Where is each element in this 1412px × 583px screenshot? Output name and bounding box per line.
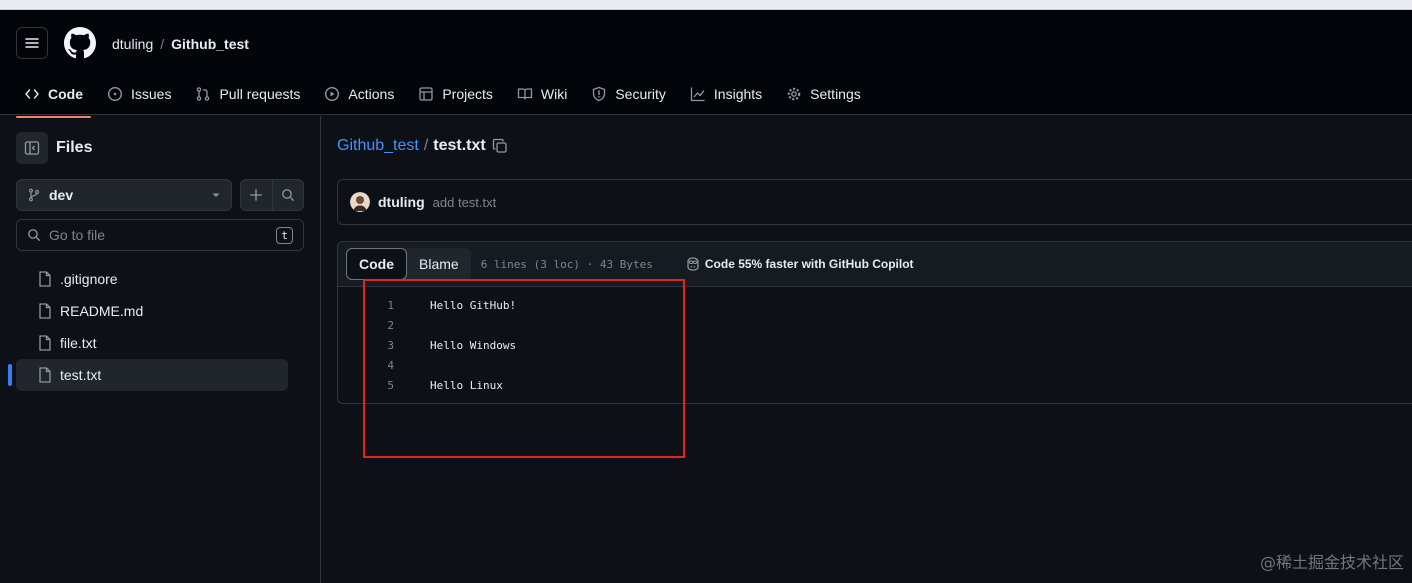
avatar[interactable] [350,192,370,212]
gear-icon [787,87,801,101]
file-icon [39,303,51,319]
tab-insights-label: Insights [713,86,763,102]
shortcut-key: t [276,226,293,244]
copilot-promo[interactable]: Code 55% faster with GitHub Copilot [685,256,914,272]
search-icon [28,229,40,241]
table-icon [419,87,433,101]
file-name: test.txt [60,367,102,383]
watermark: @稀土掘金技术社区 [1259,553,1404,572]
repo-nav: Code Issues Pull requests Actions Projec… [16,74,877,118]
hamburger-icon [25,38,39,48]
tab-code[interactable]: Code [16,78,91,118]
tab-settings[interactable]: Settings [778,78,869,110]
pull-request-icon [197,87,210,101]
file-tree-sidebar: Files dev Go to file t .gitignore README… [0,116,321,583]
search-icon [281,189,294,201]
commit-author[interactable]: dtuling [378,194,425,210]
book-icon [517,88,533,100]
branch-icon [28,188,40,202]
path-repo-link[interactable]: Github_test [337,137,419,155]
tab-security[interactable]: Security [583,78,674,110]
commit-message[interactable]: add test.txt [433,195,497,210]
latest-commit-bar: dtuling add test.txt [337,179,1412,225]
triangle-down-icon [212,193,220,197]
tab-actions-label: Actions [348,86,395,102]
path-file-name: test.txt [433,137,486,154]
code-icon [25,89,39,99]
issue-icon [107,86,123,102]
file-name: README.md [60,303,144,319]
tab-insights[interactable]: Insights [682,78,770,110]
menu-button[interactable] [16,27,48,59]
file-icon [39,335,51,351]
file-name: file.txt [60,335,97,351]
file-list: .gitignore README.md file.txt test.txt [8,263,288,391]
go-to-file-placeholder: Go to file [49,227,106,243]
files-title: Files [56,139,93,156]
search-files-button[interactable] [273,180,304,210]
tab-pull-requests-label: Pull requests [219,86,301,102]
copy-icon[interactable] [492,138,508,154]
collapse-sidebar-button[interactable] [16,132,48,164]
files-header: Files [16,132,92,164]
sidebar-collapse-icon [24,141,40,155]
repo-header: dtuling / Github_test Code Issues Pull r… [0,10,1412,118]
annotation-highlight-box [363,279,685,458]
tab-wiki[interactable]: Wiki [509,78,575,110]
github-logo-icon[interactable] [64,27,96,59]
file-item-test-txt[interactable]: test.txt [8,359,288,391]
tab-issues-label: Issues [131,86,172,102]
repo-link[interactable]: Github_test [171,36,249,52]
code-view-button[interactable]: Code [346,248,407,280]
view-mode-toggle: Code Blame [346,248,471,280]
owner-link[interactable]: dtuling [112,36,153,52]
path-separator: / [423,137,429,154]
tab-code-label: Code [48,86,83,102]
tab-actions[interactable]: Actions [316,78,402,110]
file-item-readme[interactable]: README.md [16,295,288,327]
file-meta-info: 6 lines (3 loc) · 43 Bytes [480,257,653,271]
graph-icon [690,87,705,102]
browser-tab-strip [0,0,1412,10]
file-actions-group [240,179,304,211]
file-icon [39,271,51,287]
breadcrumb-separator: / [160,36,165,52]
repo-breadcrumb: dtuling / Github_test [112,34,249,54]
copilot-promo-label: Code 55% faster with GitHub Copilot [704,257,914,271]
branch-selector[interactable]: dev [16,179,232,211]
play-icon [325,86,340,102]
shield-icon [593,86,606,102]
file-item-gitignore[interactable]: .gitignore [16,263,288,295]
tab-projects[interactable]: Projects [410,78,501,110]
go-to-file-input[interactable]: Go to file t [16,219,304,251]
tab-wiki-label: Wiki [540,86,568,102]
file-item-file-txt[interactable]: file.txt [16,327,288,359]
copilot-icon [687,257,699,271]
blame-view-button[interactable]: Blame [407,248,471,280]
plus-icon [250,189,263,201]
file-name: .gitignore [60,271,118,287]
tab-projects-label: Projects [442,86,493,102]
tab-issues[interactable]: Issues [99,78,179,110]
tab-pull-requests[interactable]: Pull requests [187,78,308,110]
tab-security-label: Security [615,86,666,102]
file-path-breadcrumb: Github_test / test.txt [337,137,508,155]
add-file-button[interactable] [241,180,273,210]
tab-settings-label: Settings [810,86,861,102]
branch-name: dev [49,187,74,203]
file-icon [39,367,51,383]
